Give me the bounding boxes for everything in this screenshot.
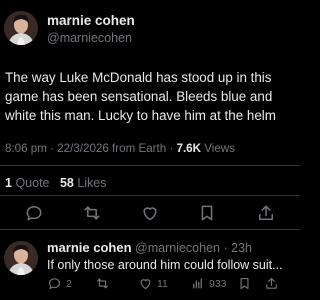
author-name[interactable]: marnie cohen <box>47 13 135 28</box>
share-icon <box>266 277 277 289</box>
likes-stat[interactable]: 58 Likes <box>60 176 107 190</box>
reply-views-button[interactable]: 933 <box>190 276 227 291</box>
bookmark-icon <box>240 277 249 290</box>
tweet-actions <box>0 203 300 227</box>
likes-label: Likes <box>77 176 107 190</box>
views-count: 7.6K <box>176 142 202 155</box>
tweet-detail-page: marnie cohen @marniecohen The way Luke M… <box>0 0 300 300</box>
share-icon[interactable] <box>256 203 276 223</box>
reply-age[interactable]: 23h <box>231 241 252 255</box>
reply-icon[interactable] <box>24 203 44 223</box>
reply-author-handle[interactable]: @marniecohen <box>135 241 220 255</box>
divider <box>0 165 300 166</box>
reply-author-avatar[interactable] <box>4 241 38 275</box>
reply-icon <box>48 278 61 290</box>
divider <box>0 195 300 196</box>
engagement-stats: 1 Quote 58 Likes <box>5 176 107 190</box>
tweet-source: from Earth <box>112 142 167 155</box>
tweet-text: The way Luke McDonald has stood up in th… <box>5 70 276 123</box>
retweet-icon[interactable] <box>82 203 102 223</box>
meta-separator: · <box>169 142 177 155</box>
like-icon <box>140 279 151 290</box>
quotes-stat[interactable]: 1 Quote <box>5 176 53 190</box>
reply-actions: 2 11 933 <box>0 276 300 294</box>
reply-share-button[interactable] <box>264 276 279 291</box>
reply-views-count: 933 <box>209 277 227 290</box>
author-avatar[interactable] <box>4 11 38 45</box>
tweet-time[interactable]: 8:06 pm <box>5 142 47 155</box>
divider <box>0 229 300 230</box>
reply-replies-count: 2 <box>66 277 72 290</box>
like-icon[interactable] <box>140 203 160 223</box>
meta-separator: · <box>223 241 228 255</box>
views-label: Views <box>204 142 235 155</box>
reply-header: marnie cohen @marniecohen · 23h <box>47 240 252 255</box>
reply-retweet-button[interactable] <box>95 276 114 291</box>
reply-author-name[interactable]: marnie cohen <box>47 240 132 255</box>
reply-text: If only those around him could follow su… <box>47 258 283 272</box>
reply-bookmark-button[interactable] <box>237 276 252 291</box>
bookmark-icon[interactable] <box>197 203 217 223</box>
tweet-meta: 8:06 pm · 22/3/2026 from Earth · 7.6K Vi… <box>5 142 235 155</box>
views-icon <box>193 278 202 289</box>
likes-count: 58 <box>59 176 74 190</box>
author-handle[interactable]: @marniecohen <box>47 31 132 45</box>
retweet-icon <box>96 278 109 289</box>
tweet-date[interactable]: 22/3/2026 <box>57 142 109 155</box>
reply-reply-button[interactable]: 2 <box>47 276 72 291</box>
reply-likes-count: 11 <box>157 277 168 290</box>
quotes-count: 1 <box>5 176 12 190</box>
quotes-label: Quote <box>15 176 50 190</box>
reply-like-button[interactable]: 11 <box>138 276 168 291</box>
